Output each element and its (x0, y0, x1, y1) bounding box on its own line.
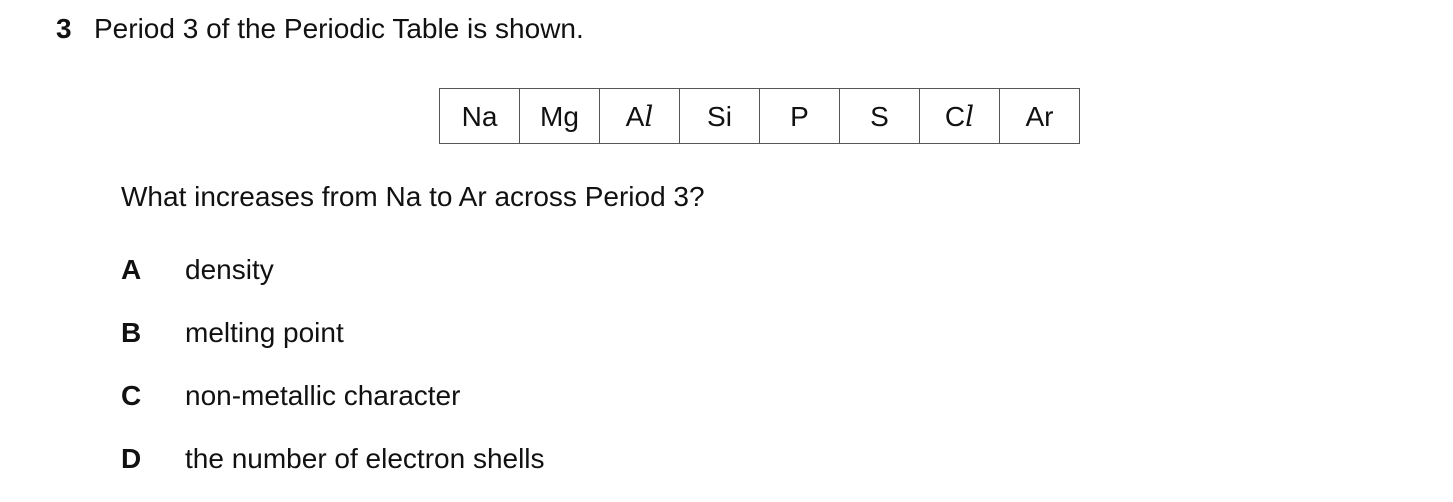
element-symbol: A (625, 100, 645, 132)
option-letter: A (121, 254, 142, 285)
element-cell: Mg (519, 88, 600, 144)
element-cell: P (759, 88, 840, 144)
element-symbol: Mg (540, 100, 579, 132)
element-symbol: S (870, 100, 889, 132)
option-text: the number of electron shells (185, 443, 545, 474)
element-cell: Ar (999, 88, 1080, 144)
option-text: non-metallic character (185, 380, 461, 411)
element-cell: Na (439, 88, 520, 144)
element-symbol-italic: l (965, 99, 975, 133)
question-title: Period 3 of the Periodic Table is shown. (94, 13, 584, 44)
period-3-table: Na Mg Al Si P S Cl Ar (439, 88, 1080, 144)
option-text: density (185, 254, 274, 285)
element-cell: Cl (919, 88, 1000, 144)
element-symbol: C (944, 100, 966, 132)
question-prompt: What increases from Na to Ar across Peri… (121, 181, 705, 212)
element-symbol: Na (461, 100, 498, 132)
element-cell: Si (679, 88, 760, 144)
option-text: melting point (185, 317, 344, 348)
option-letter: C (121, 380, 142, 411)
element-symbol: Si (707, 100, 732, 132)
element-symbol: P (790, 100, 809, 132)
element-cell: Al (599, 88, 680, 144)
element-symbol: Ar (1025, 100, 1054, 132)
question-number: 3 (56, 13, 72, 44)
option-letter: D (121, 443, 142, 474)
option-letter: B (121, 317, 142, 348)
element-symbol-italic: l (644, 99, 654, 133)
element-cell: S (839, 88, 920, 144)
period-3-row: Na Mg Al Si P S Cl Ar (439, 88, 1080, 144)
